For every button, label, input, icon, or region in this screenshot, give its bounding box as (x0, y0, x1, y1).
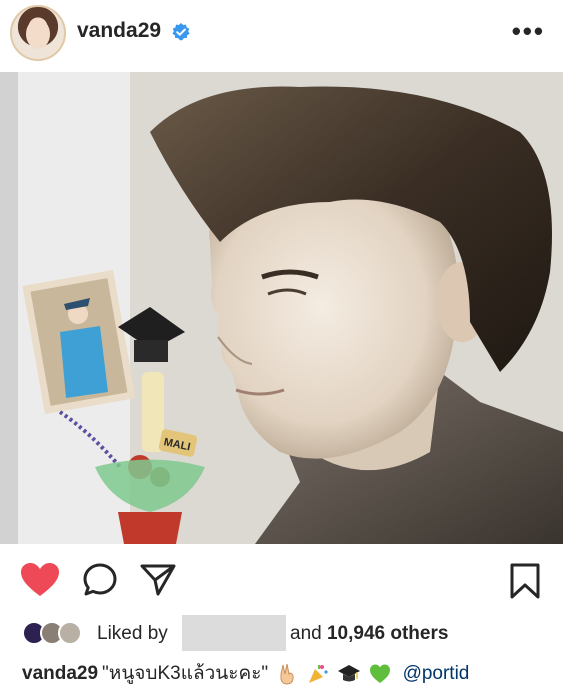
post-image-artwork: MALI (0, 72, 563, 544)
more-options-icon[interactable]: ••• (512, 16, 545, 47)
heart-filled-icon[interactable] (20, 562, 60, 598)
verified-badge-icon (172, 23, 190, 41)
liked-by-label: Liked by (97, 623, 168, 644)
likes-count-label: 10,946 others (326, 623, 449, 644)
and-label: and (290, 623, 322, 644)
caption-username[interactable]: vanda29 (22, 663, 98, 684)
bookmark-icon[interactable] (510, 563, 540, 599)
liker-avatar (58, 621, 82, 645)
likes-summary[interactable]: Liked by and 10,946 others (0, 614, 563, 651)
post-header: vanda29 ••• (0, 0, 563, 72)
green-heart-icon (370, 664, 391, 683)
post-photo[interactable]: MALI (0, 72, 563, 544)
profile-avatar[interactable] (10, 5, 66, 61)
likes-count[interactable]: and 10,946 others (290, 623, 448, 645)
party-popper-icon (308, 664, 328, 683)
caption-mention[interactable]: @portid (403, 663, 470, 684)
post-actions (0, 555, 563, 605)
post-caption: vanda29 "หนูจบK3แล้วนะคะ" @portid (22, 658, 552, 688)
graduation-cap-icon (338, 664, 360, 682)
share-icon[interactable] (140, 563, 176, 597)
caption-text: "หนูจบK3แล้วนะคะ" (102, 663, 269, 684)
comment-icon[interactable] (82, 562, 118, 598)
redacted-username (182, 615, 286, 651)
victory-hand-icon (280, 663, 295, 685)
post-username[interactable]: vanda29 (77, 19, 161, 43)
